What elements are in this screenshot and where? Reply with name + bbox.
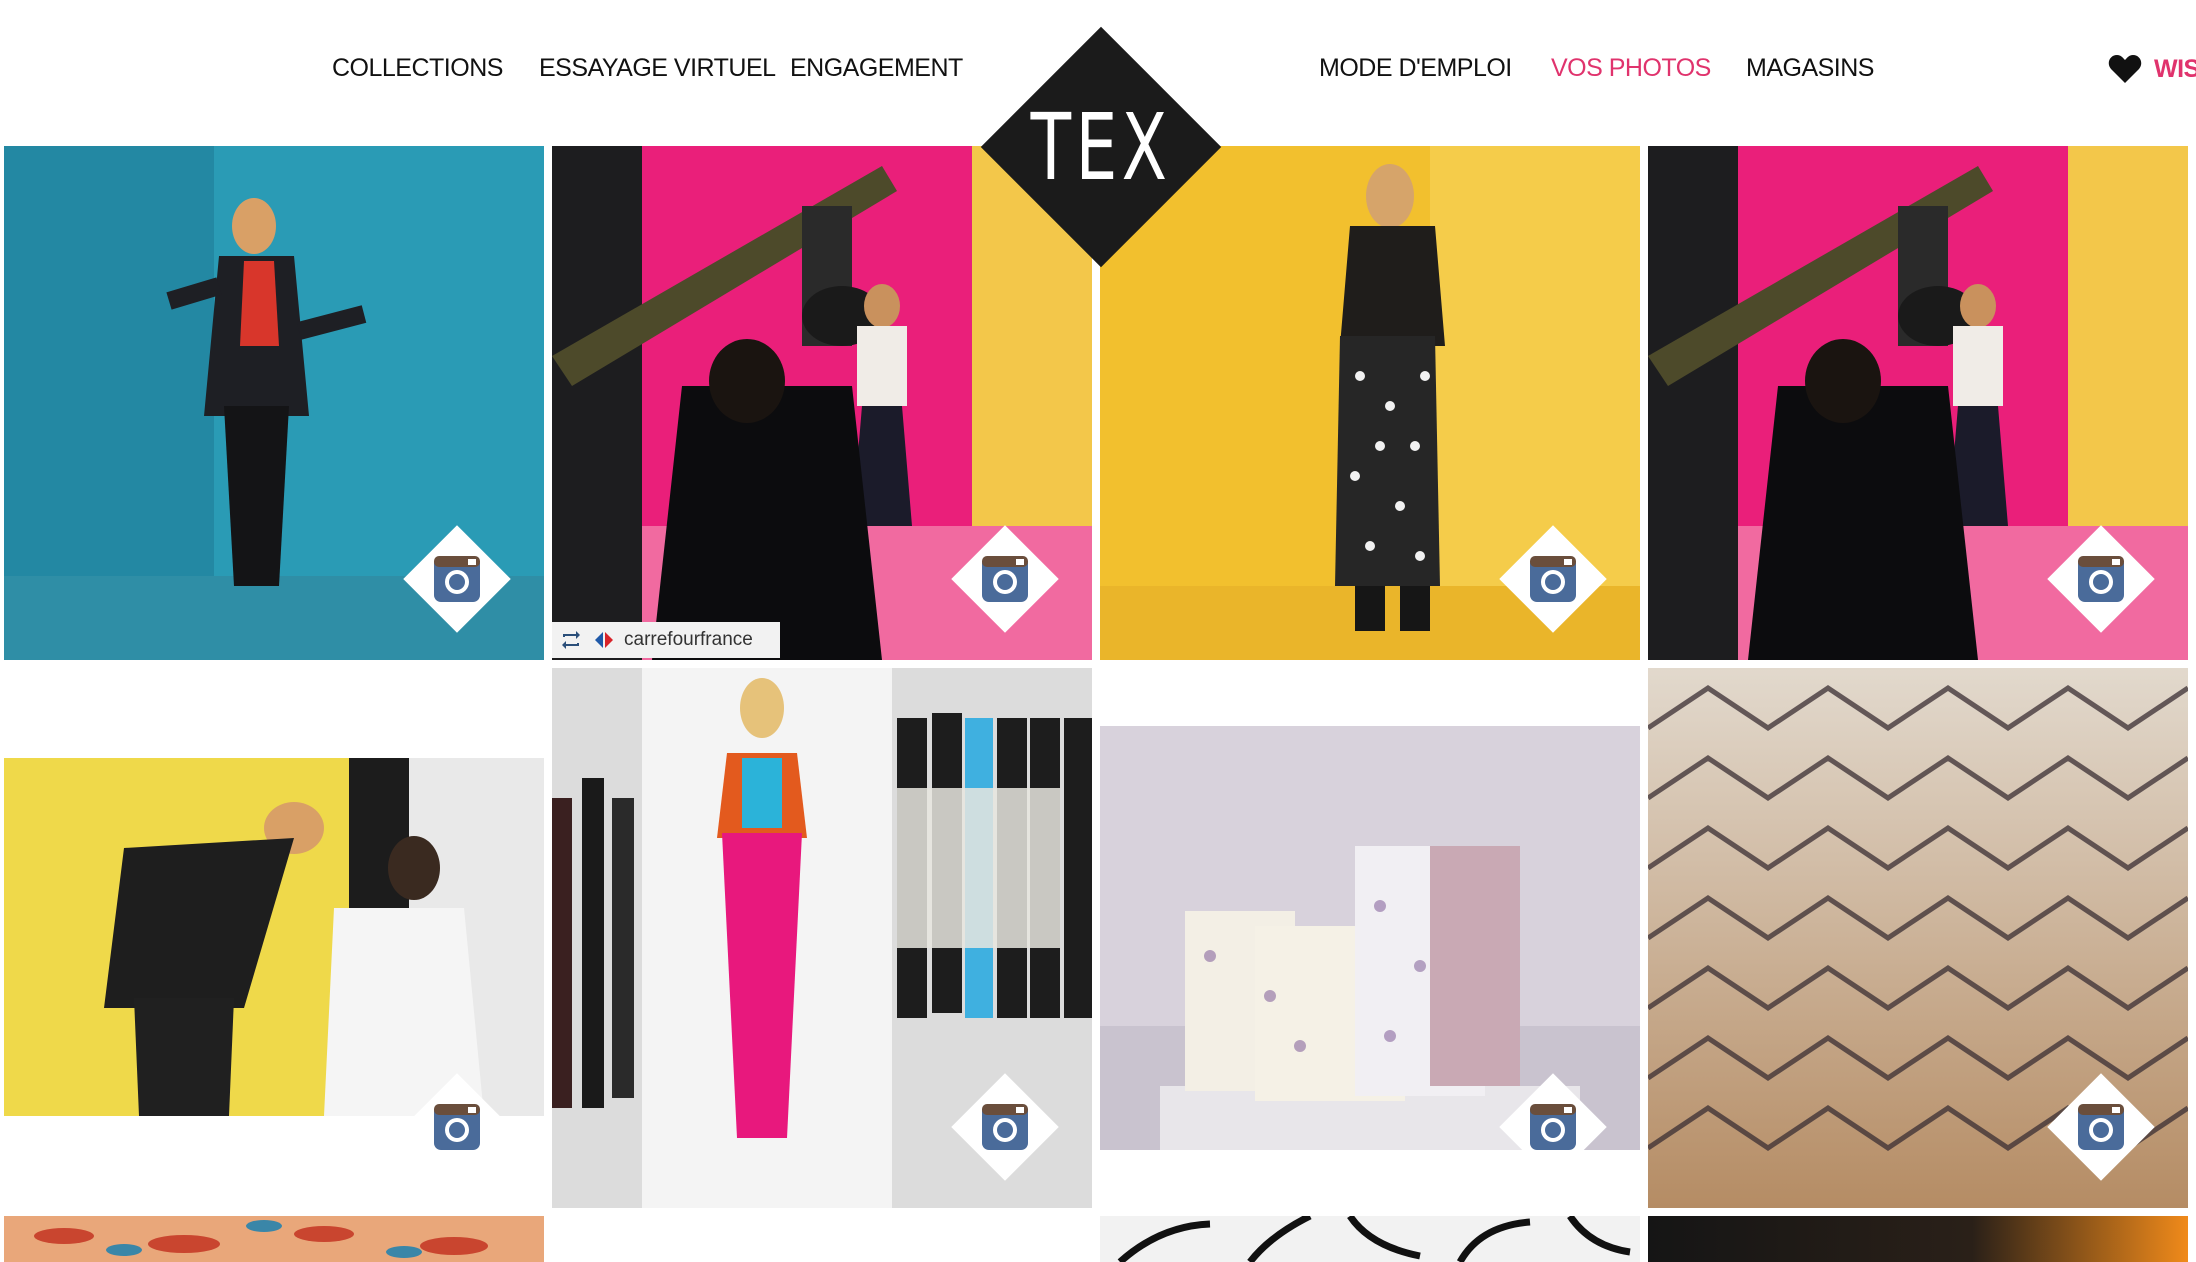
logo-text: TEX <box>1030 94 1172 201</box>
repost-username: carrefourfrance <box>624 629 753 650</box>
tex-logo[interactable]: TEX <box>980 26 1222 268</box>
photo-tile[interactable] <box>1648 1216 2188 1262</box>
nav-magasins[interactable]: MAGASINS <box>1746 54 1874 83</box>
wishlist-link[interactable]: WISH <box>2108 54 2196 84</box>
repost-badge[interactable]: carrefourfrance <box>552 622 780 658</box>
instagram-icon <box>982 1104 1028 1150</box>
instagram-icon <box>1530 556 1576 602</box>
nav-vos-photos[interactable]: VOS PHOTOS <box>1551 54 1711 83</box>
instagram-icon <box>434 1104 480 1150</box>
instagram-badge[interactable] <box>2045 1071 2157 1183</box>
nav-engagement[interactable]: ENGAGEMENT <box>790 54 963 83</box>
photo-image <box>1648 1216 2188 1262</box>
instagram-badge[interactable] <box>1497 523 1609 635</box>
instagram-badge[interactable] <box>401 523 513 635</box>
instagram-badge[interactable] <box>1497 1071 1609 1183</box>
photo-tile[interactable] <box>4 758 544 1116</box>
instagram-icon <box>1530 1104 1576 1150</box>
instagram-icon <box>2078 1104 2124 1150</box>
photo-tile[interactable] <box>1100 1216 1640 1262</box>
heart-icon <box>2108 55 2142 83</box>
instagram-badge[interactable] <box>2045 523 2157 635</box>
carrefour-logo-icon <box>595 632 613 648</box>
repost-icon <box>562 631 580 649</box>
photo-image <box>4 758 544 1116</box>
nav-collections[interactable]: COLLECTIONS <box>332 54 503 83</box>
photo-tile[interactable] <box>4 1216 544 1262</box>
instagram-icon <box>2078 556 2124 602</box>
wishlist-label: WISH <box>2154 54 2196 83</box>
photo-image <box>4 1216 544 1262</box>
nav-essayage-virtuel[interactable]: ESSAYAGE VIRTUEL <box>539 54 776 83</box>
instagram-icon <box>982 556 1028 602</box>
instagram-badge[interactable] <box>949 523 1061 635</box>
instagram-icon <box>434 556 480 602</box>
photo-image <box>1100 1216 1640 1262</box>
instagram-badge[interactable] <box>401 1071 513 1183</box>
nav-mode-d-emploi[interactable]: MODE D'EMPLOI <box>1319 54 1512 83</box>
instagram-badge[interactable] <box>949 1071 1061 1183</box>
